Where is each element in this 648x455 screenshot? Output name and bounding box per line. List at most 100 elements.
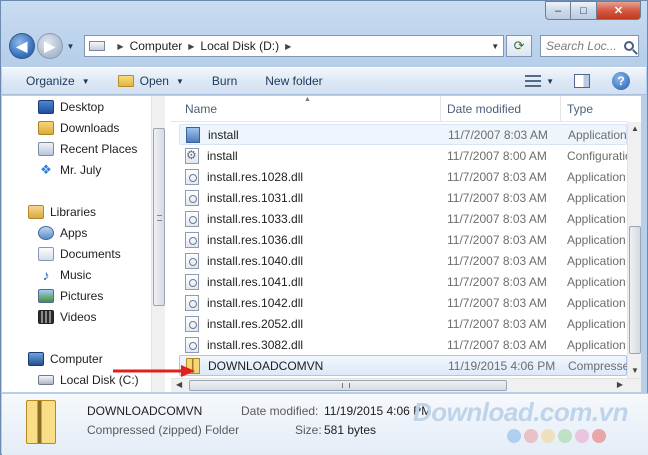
details-size-label: Size: xyxy=(295,423,322,437)
watermark-dot xyxy=(592,429,606,443)
table-row[interactable]: install.res.3082.dll 11/7/2007 8:03 AM A… xyxy=(179,334,627,355)
preview-pane-icon[interactable] xyxy=(574,74,590,88)
table-row[interactable]: install.res.1042.dll 11/7/2007 8:03 AM A… xyxy=(179,292,627,313)
forward-button[interactable]: ▶ xyxy=(36,33,63,59)
sidebar-item-apps[interactable]: Apps xyxy=(38,223,87,243)
file-list: ▲ Name Date modified Type install 11/7/2… xyxy=(171,96,641,378)
sidebar-item-label: Music xyxy=(60,268,92,282)
table-row[interactable]: install.res.1041.dll 11/7/2007 8:03 AM A… xyxy=(179,271,627,292)
downloads-folder-icon xyxy=(38,121,54,135)
maximize-button[interactable]: □ xyxy=(571,1,597,20)
scroll-left-icon[interactable]: ◀ xyxy=(176,380,182,389)
grip-icon xyxy=(342,383,350,388)
burn-label: Burn xyxy=(211,74,238,88)
scrollbar-thumb[interactable] xyxy=(153,128,165,306)
minimize-button[interactable]: – xyxy=(545,1,571,20)
address-bar[interactable]: ▶ Computer ▶ Local Disk (D:) ▶ ▼ xyxy=(84,35,505,57)
file-type: Application xyxy=(567,295,626,310)
sidebar-item-libraries[interactable]: Libraries xyxy=(28,202,96,222)
search-input[interactable]: Search Loc... xyxy=(539,35,640,57)
file-name: install xyxy=(207,148,238,163)
change-view-icon[interactable] xyxy=(525,75,542,87)
chevron-right-icon[interactable]: ▶ xyxy=(188,42,194,51)
file-type: Application xyxy=(567,211,626,226)
open-button[interactable]: Open ▼ xyxy=(117,74,184,88)
sidebar-item-videos[interactable]: Videos xyxy=(38,307,96,327)
file-date: 11/7/2007 8:03 AM xyxy=(447,274,547,289)
refresh-button[interactable]: ⟳ xyxy=(506,35,532,57)
table-row[interactable]: install.res.1040.dll 11/7/2007 8:03 AM A… xyxy=(179,250,627,271)
file-name: install xyxy=(208,127,239,142)
sidebar-item-label: Mr. July xyxy=(60,163,102,177)
file-date: 11/7/2007 8:00 AM xyxy=(447,148,547,163)
watermark-logo: Download.com.vn xyxy=(413,397,628,427)
hard-drive-icon xyxy=(38,375,54,385)
dll-icon xyxy=(185,315,199,332)
sidebar-item-downloads[interactable]: Downloads xyxy=(38,118,119,138)
table-row-selected[interactable]: DOWNLOADCOMVN 11/19/2015 4:06 PM Compres… xyxy=(179,355,636,376)
file-type: Application xyxy=(567,253,626,268)
new-folder-label: New folder xyxy=(265,74,323,88)
scrollbar-thumb[interactable] xyxy=(629,226,641,354)
config-file-icon xyxy=(185,147,199,164)
file-type: Application xyxy=(567,274,626,289)
chevron-right-icon[interactable]: ▶ xyxy=(117,42,123,51)
search-icon xyxy=(624,41,635,51)
file-date: 11/7/2007 8:03 AM xyxy=(447,295,547,310)
file-date: 11/7/2007 8:03 AM xyxy=(447,169,547,184)
file-type: Application xyxy=(567,232,626,247)
column-header-date-modified[interactable]: Date modified xyxy=(441,96,561,122)
back-button[interactable]: ◀ xyxy=(9,33,35,59)
scroll-up-icon[interactable]: ▲ xyxy=(630,124,640,134)
watermark-dot xyxy=(524,429,538,443)
table-row[interactable]: install.res.1028.dll 11/7/2007 8:03 AM A… xyxy=(179,166,627,187)
scrollbar-thumb[interactable] xyxy=(189,380,507,391)
file-name: install.res.1036.dll xyxy=(207,232,304,247)
scroll-right-icon[interactable]: ▶ xyxy=(617,380,623,389)
details-file-name: DOWNLOADCOMVN xyxy=(87,404,203,418)
organize-button[interactable]: Organize ▼ xyxy=(26,74,90,88)
watermark-dot xyxy=(575,429,589,443)
table-row[interactable]: install 11/7/2007 8:00 AM Configuration xyxy=(179,145,638,166)
scroll-down-icon[interactable]: ▼ xyxy=(630,366,640,376)
sidebar-item-recent-places[interactable]: Recent Places xyxy=(38,139,137,159)
sidebar-item-computer[interactable]: Computer xyxy=(28,349,103,369)
table-row[interactable]: install.res.1036.dll 11/7/2007 8:03 AM A… xyxy=(179,229,627,250)
breadcrumb-local-disk-d[interactable]: Local Disk (D:) xyxy=(200,39,279,53)
documents-icon xyxy=(38,247,54,261)
sidebar-item-label: Computer xyxy=(50,352,103,366)
column-header-type[interactable]: Type xyxy=(561,96,631,122)
column-header-name[interactable]: Name xyxy=(179,96,441,122)
burn-button[interactable]: Burn xyxy=(212,74,237,88)
breadcrumb-computer[interactable]: Computer xyxy=(130,39,183,53)
details-file-kind: Compressed (zipped) Folder xyxy=(87,423,240,437)
sidebar-item-pictures[interactable]: Pictures xyxy=(38,286,103,306)
sidebar-item-documents[interactable]: Documents xyxy=(38,244,121,264)
new-folder-button[interactable]: New folder xyxy=(265,74,322,88)
file-name: install.res.1042.dll xyxy=(207,295,304,310)
file-list-vertical-scrollbar[interactable]: ▲ ▼ xyxy=(627,122,641,378)
table-row[interactable]: install.res.2052.dll 11/7/2007 8:03 AM A… xyxy=(179,313,627,334)
file-type: Application xyxy=(567,169,626,184)
address-dropdown[interactable]: ▼ xyxy=(487,42,503,51)
libraries-icon xyxy=(28,205,44,219)
sidebar-item-label: Desktop xyxy=(60,100,105,114)
navigation-pane-scrollbar[interactable] xyxy=(151,96,165,392)
file-name: install.res.1028.dll xyxy=(207,169,304,184)
table-row[interactable]: install 11/7/2007 8:03 AM Application xyxy=(179,124,627,145)
sidebar-item-music[interactable]: ♪ Music xyxy=(38,265,92,285)
exe-icon xyxy=(186,126,200,143)
chevron-right-icon[interactable]: ▶ xyxy=(285,42,291,51)
sidebar-item-label: Videos xyxy=(60,310,97,324)
file-list-horizontal-scrollbar[interactable]: ◀ ▶ xyxy=(171,378,641,392)
chevron-down-icon[interactable]: ▼ xyxy=(546,77,554,86)
computer-icon xyxy=(28,352,44,366)
table-row[interactable]: install.res.1031.dll 11/7/2007 8:03 AM A… xyxy=(179,187,627,208)
sidebar-item-mr-july[interactable]: ❖ Mr. July xyxy=(38,160,101,180)
help-icon[interactable]: ? xyxy=(612,72,630,90)
sidebar-item-desktop[interactable]: Desktop xyxy=(38,97,104,117)
table-row[interactable]: install.res.1033.dll 11/7/2007 8:03 AM A… xyxy=(179,208,627,229)
recent-pages-dropdown[interactable]: ▼ xyxy=(65,42,77,51)
close-button[interactable]: ✕ xyxy=(597,1,641,20)
organize-label: Organize xyxy=(26,74,75,88)
